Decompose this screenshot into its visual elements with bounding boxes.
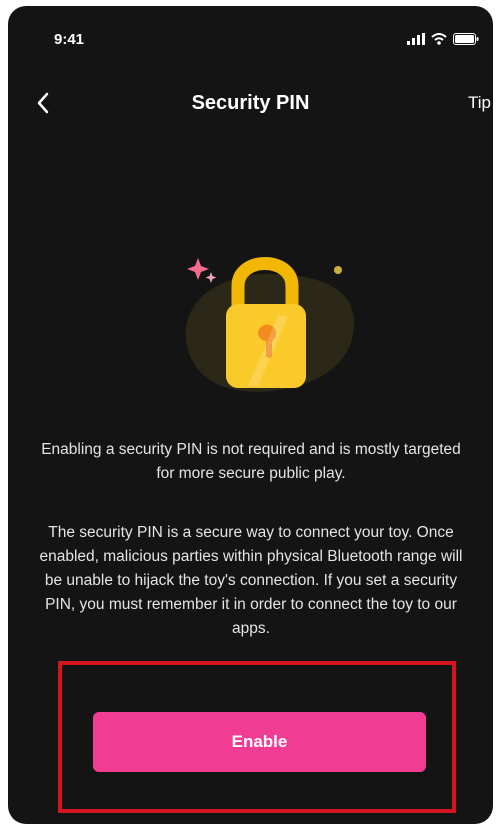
status-time: 9:41	[54, 31, 85, 48]
info-paragraph-1: Enabling a security PIN is not required …	[41, 441, 461, 482]
lock-illustration	[166, 236, 366, 406]
battery-icon	[453, 33, 479, 45]
signal-icon	[407, 33, 425, 45]
enable-button[interactable]: Enable	[93, 712, 426, 772]
padlock-icon	[185, 257, 355, 392]
navigation-bar: Security PIN Tip	[8, 84, 493, 124]
phone-screen: 9:41 Security PIN Tip Enabling a securit…	[8, 6, 493, 824]
wifi-icon	[431, 33, 447, 45]
tip-button[interactable]: Tip	[468, 93, 491, 113]
page-title: Security PIN	[191, 92, 310, 114]
status-icons	[407, 32, 479, 46]
info-paragraph-2: The security PIN is a secure way to conn…	[39, 524, 463, 637]
status-bar: 9:41	[8, 6, 493, 66]
